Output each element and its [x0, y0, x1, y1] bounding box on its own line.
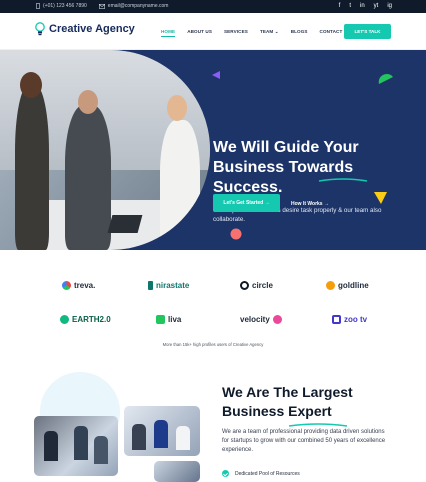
green-semicircle-shape — [378, 73, 393, 84]
phone-contact[interactable]: (+01) 123 456 7890 — [36, 3, 87, 9]
brand-circle-label: circle — [252, 281, 273, 290]
nav-blogs[interactable]: BLOGS — [291, 29, 308, 37]
office-photo-3 — [154, 461, 200, 482]
brand-liva: liva — [156, 315, 181, 324]
brands-caption: More than 15k+ high profiles users of Cr… — [162, 342, 264, 347]
office-photo-2 — [124, 406, 200, 456]
facebook-icon[interactable]: f — [339, 3, 341, 9]
purple-triangle-shape — [212, 71, 220, 79]
contact-info: (+01) 123 456 7890 email@companyname.com — [36, 3, 168, 9]
earth-logo-icon — [60, 315, 69, 324]
title-underline — [318, 178, 368, 182]
about-title: We Are The Largest Business Expert — [222, 383, 412, 421]
velocity-logo-icon — [272, 315, 282, 324]
nav-home[interactable]: HOME — [161, 29, 176, 37]
how-it-works-link[interactable]: How It Works → — [291, 201, 329, 207]
brand-logos-section: treva. nirastate circle goldline EARTH2.… — [0, 250, 426, 360]
brand-nirastate-label: nirastate — [156, 281, 190, 290]
social-links: f t in yt ig — [339, 3, 392, 9]
hero-title-line2: Business Towards — [213, 159, 354, 176]
nav-services[interactable]: SERVICES — [224, 29, 248, 37]
nav-about[interactable]: ABOUT US — [187, 29, 212, 37]
brand-nirastate: nirastate — [148, 281, 189, 290]
nirastate-logo-icon — [148, 281, 153, 290]
nav-team[interactable]: TEAM ⌄ — [260, 29, 279, 37]
top-bar: (+01) 123 456 7890 email@companyname.com… — [0, 0, 426, 13]
brand-treva-label: treva. — [74, 281, 96, 290]
circle-logo-icon — [240, 281, 249, 290]
brand-zootv: zoo tv — [332, 315, 367, 324]
brand-goldline-label: goldline — [338, 281, 369, 290]
brand-zootv-label: zoo tv — [344, 315, 368, 324]
brand-liva-label: liva — [168, 315, 182, 324]
youtube-icon[interactable]: yt — [374, 3, 379, 9]
office-photo-1 — [34, 416, 118, 476]
hero-title-line1: We Will Guide Your — [213, 139, 359, 156]
treva-logo-icon — [62, 281, 71, 290]
site-header: Creative Agency HOME ABOUT US SERVICES T… — [0, 13, 426, 50]
about-description: We are a team of professional providing … — [222, 429, 386, 453]
hero-section: We Will Guide Your Business Towards Succ… — [0, 50, 426, 250]
brand-earth: EARTH2.0 — [60, 315, 111, 324]
get-started-button[interactable]: Let's Get Started → — [213, 194, 280, 212]
zootv-logo-icon — [332, 315, 341, 324]
feature-item: Dedicated Pool of Resources — [222, 470, 300, 477]
instagram-icon[interactable]: ig — [387, 3, 392, 9]
brand-velocity: velocity — [240, 315, 282, 324]
nav-team-label: TEAM — [259, 29, 274, 34]
email-address: email@companyname.com — [107, 3, 169, 9]
brand-logo[interactable]: Creative Agency — [35, 22, 135, 36]
lightbulb-icon — [35, 22, 45, 36]
main-nav: HOME ABOUT US SERVICES TEAM ⌄ BLOGS CONT… — [161, 29, 350, 37]
goldline-logo-icon — [326, 281, 335, 290]
about-title-line1: We Are The Largest — [222, 384, 353, 400]
hero-title: We Will Guide Your Business Towards Succ… — [213, 138, 403, 198]
linkedin-icon[interactable]: in — [360, 3, 365, 9]
brand-circle: circle — [240, 281, 273, 290]
feature-label: Dedicated Pool of Resources — [235, 470, 300, 477]
about-section: We Are The Largest Business Expert We ar… — [0, 360, 426, 482]
brand-earth-label: EARTH2.0 — [72, 315, 111, 324]
email-contact[interactable]: email@companyname.com — [98, 3, 169, 9]
brand-name: Creative Agency — [49, 23, 135, 35]
twitter-icon[interactable]: t — [349, 3, 351, 9]
mail-icon — [98, 3, 105, 9]
check-icon — [222, 470, 229, 477]
lets-talk-button[interactable]: LET'S TALK — [344, 24, 391, 39]
brand-treva: treva. — [62, 281, 95, 290]
team-photo — [0, 50, 210, 250]
red-circle-shape — [230, 228, 242, 240]
about-title-line2: Business Expert — [222, 403, 332, 419]
brand-velocity-label: velocity — [240, 315, 270, 324]
chevron-down-icon: ⌄ — [274, 29, 279, 34]
phone-number: (+01) 123 456 7890 — [43, 3, 87, 9]
phone-icon — [36, 3, 40, 9]
brand-goldline: goldline — [326, 281, 369, 290]
liva-logo-icon — [156, 315, 165, 324]
